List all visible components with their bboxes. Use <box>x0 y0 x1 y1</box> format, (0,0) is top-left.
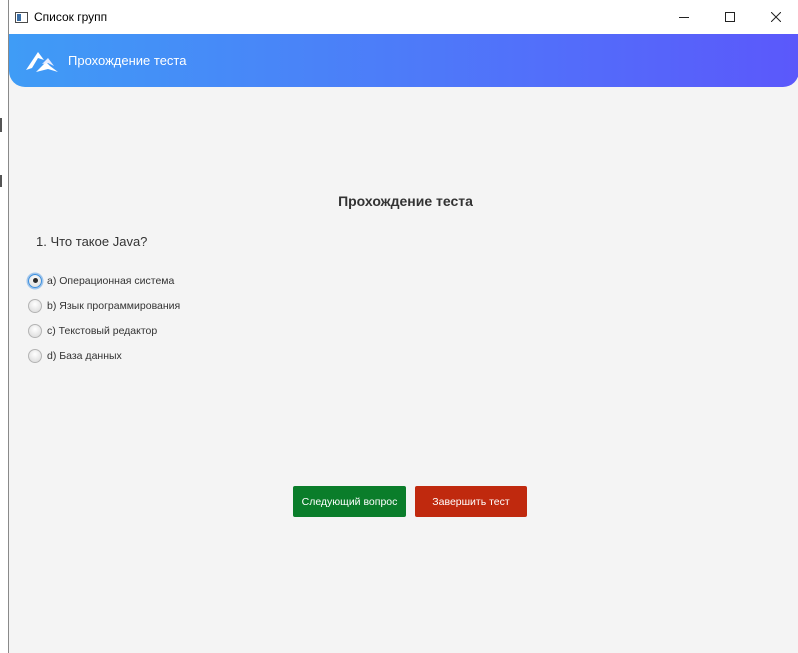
answer-options: a) Операционная система b) Язык программ… <box>28 268 180 368</box>
option-label: b) Язык программирования <box>47 299 181 312</box>
radio-button[interactable] <box>28 298 42 313</box>
background-edge-mark <box>0 175 2 187</box>
maximize-button[interactable] <box>707 0 753 34</box>
option-d[interactable]: d) База данных <box>28 343 180 368</box>
window-controls <box>661 0 798 34</box>
option-b[interactable]: b) Язык программирования <box>28 293 180 318</box>
window-title: Список групп <box>34 10 108 24</box>
page-title: Прохождение теста <box>338 193 473 209</box>
app-window: Список групп Прохождение теста Прохожден… <box>8 0 798 653</box>
next-question-button[interactable]: Следующий вопрос <box>293 486 406 517</box>
app-header: Прохождение теста <box>9 34 798 87</box>
minimize-icon <box>679 17 689 18</box>
brand-logo-icon <box>26 51 58 72</box>
maximize-icon <box>725 12 735 22</box>
title-bar[interactable]: Список групп <box>9 0 798 34</box>
header-title: Прохождение теста <box>68 53 187 68</box>
background-edge-mark <box>0 118 2 132</box>
radio-button[interactable] <box>28 323 42 338</box>
question-text: 1. Что такое Java? <box>36 234 148 249</box>
option-a[interactable]: a) Операционная система <box>28 268 180 293</box>
option-label: c) Текстовый редактор <box>47 324 158 337</box>
radio-button-selected[interactable] <box>28 273 42 288</box>
option-c[interactable]: c) Текстовый редактор <box>28 318 180 343</box>
close-icon <box>771 12 781 22</box>
radio-button[interactable] <box>28 348 42 363</box>
close-button[interactable] <box>753 0 798 34</box>
minimize-button[interactable] <box>661 0 707 34</box>
option-label: a) Операционная система <box>47 274 175 287</box>
option-label: d) База данных <box>47 349 122 362</box>
finish-test-button[interactable]: Завершить тест <box>415 486 527 517</box>
app-icon <box>15 11 28 23</box>
